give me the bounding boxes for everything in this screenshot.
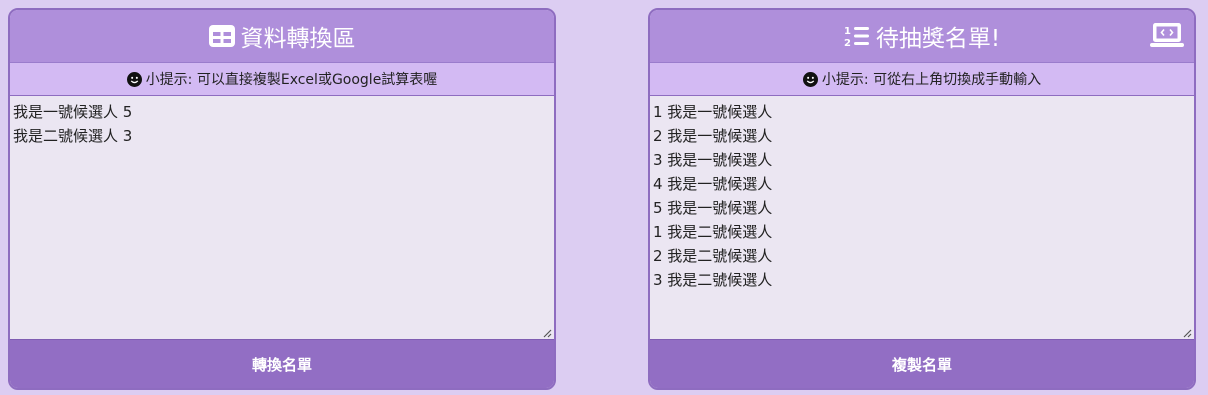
- hint-bar: 小提示: 可從右上角切換成手動輸入: [650, 63, 1194, 96]
- panel-header: 1 2 待抽獎名單!: [650, 10, 1194, 63]
- resize-grip-icon[interactable]: [1182, 328, 1192, 338]
- laptop-code-icon[interactable]: [1150, 21, 1184, 55]
- resize-grip-icon[interactable]: [542, 328, 552, 338]
- smile-icon: [126, 71, 142, 87]
- svg-text:1: 1: [844, 26, 851, 37]
- smile-icon: [802, 71, 818, 87]
- table-icon: [208, 25, 235, 47]
- copy-list-button[interactable]: 複製名單: [650, 339, 1194, 388]
- convert-list-button[interactable]: 轉換名單: [10, 339, 554, 388]
- panel-title: 資料轉換區: [240, 26, 356, 52]
- panel-header: 資料轉換區: [10, 10, 554, 63]
- draw-list-textarea[interactable]: 1 我是一號候選人 2 我是一號候選人 3 我是一號候選人 4 我是一號候選人 …: [650, 96, 1194, 340]
- svg-text:2: 2: [844, 38, 851, 48]
- numbered-list-icon: 1 2: [844, 24, 870, 48]
- data-input-textarea[interactable]: 我是一號候選人 5 我是二號候選人 3: [10, 96, 554, 340]
- hint-bar: 小提示: 可以直接複製Excel或Google試算表喔: [10, 63, 554, 96]
- hint-text: 小提示: 可從右上角切換成手動輸入: [821, 72, 1042, 88]
- data-conversion-panel: 資料轉換區 小提示: 可以直接複製Excel或Google試算表喔 我是一號候選…: [8, 8, 556, 390]
- draw-list-panel: 1 2 待抽獎名單! 小提示: 可從右上角切換成手動輸入 1 我是一號候選人 2…: [648, 8, 1196, 390]
- hint-text: 小提示: 可以直接複製Excel或Google試算表喔: [145, 72, 438, 88]
- panel-title: 待抽獎名單!: [875, 26, 1001, 52]
